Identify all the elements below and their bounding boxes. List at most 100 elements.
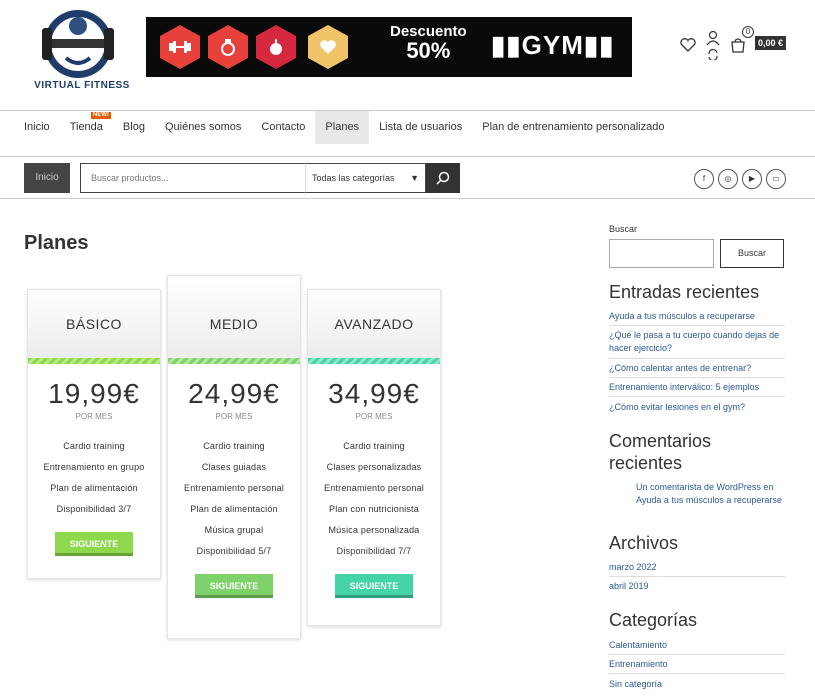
plan-feature: Disponibilidad 5/7	[196, 546, 272, 556]
recent-comment-link[interactable]: Un comentarista de WordPress en Ayuda a …	[636, 481, 786, 507]
plan-card-avanzado: AVANZADO 34,99€ POR MES Cardio training …	[307, 289, 441, 626]
recent-post-link[interactable]: Entrenamiento interválico: 5 ejemplos	[609, 381, 785, 394]
divider	[609, 377, 785, 378]
nav-item-inicio[interactable]: Inicio	[14, 111, 60, 144]
category-selected: Todas las categorías	[312, 173, 395, 183]
plan-name: AVANZADO	[308, 290, 440, 358]
instagram-icon[interactable]: ◎	[718, 169, 738, 189]
home-button[interactable]: Inicio	[24, 163, 70, 193]
recent-post-link[interactable]: Ayuda a tus músculos a recuperarse	[609, 310, 785, 323]
plan-feature: Música grupal	[204, 525, 264, 535]
nav-item-quienes-somos[interactable]: Quiénes somos	[155, 111, 251, 144]
search-bar-row: Inicio Buscar productos... Todas las cat…	[0, 156, 815, 199]
plan-feature: Disponibilidad 7/7	[336, 546, 412, 556]
plan-card-medio: MEDIO 24,99€ POR MES Cardio training Cla…	[167, 275, 301, 639]
plan-name: BÁSICO	[28, 290, 160, 358]
logo-text: VIRTUAL FITNESS	[34, 80, 130, 91]
page-title: Planes	[24, 232, 89, 254]
category-link[interactable]: Sin categoría	[609, 678, 785, 691]
nav-item-contacto[interactable]: Contacto	[251, 111, 315, 144]
youtube-icon[interactable]: ▶	[742, 169, 762, 189]
gym-text: ▮▮GYM▮▮	[491, 30, 614, 61]
plan-feature: Disponibilidad 3/7	[56, 504, 132, 514]
plan-price: 24,99€	[188, 378, 280, 409]
heart-icon[interactable]	[680, 38, 696, 57]
plan-feature: Cardio training	[63, 441, 125, 451]
new-badge: NEW!	[90, 112, 111, 119]
divider	[609, 325, 785, 326]
nav-item-blog[interactable]: Blog	[113, 111, 155, 144]
nav-label: Quiénes somos	[164, 121, 242, 133]
discount-value: 50%	[406, 38, 451, 63]
divider	[609, 576, 785, 577]
plan-period: POR MES	[355, 412, 393, 421]
recent-post-link[interactable]: ¿Qué le pasa a tu cuerpo cuando dejas de…	[609, 329, 785, 355]
promo-banner[interactable]: Descuento 50% ▮▮GYM▮▮	[146, 17, 632, 77]
category-select[interactable]: Todas las categorías ▼	[305, 163, 426, 193]
search-button[interactable]	[426, 163, 460, 193]
chevron-down-icon: ▼	[410, 173, 419, 183]
dumbbell-icon	[160, 25, 200, 69]
gym-label: GYM	[521, 30, 584, 60]
sidebar-search-label-wrap: Buscar	[609, 224, 785, 234]
archive-link[interactable]: marzo 2022	[609, 561, 785, 574]
recent-comments-title: Comentarios recientes	[609, 430, 711, 474]
category-link[interactable]: Entrenamiento	[609, 658, 785, 671]
plan-feature: Clases personalizadas	[326, 462, 422, 472]
nav-label: Lista de usuarios	[379, 121, 463, 133]
divider	[609, 654, 785, 655]
facebook-icon[interactable]: f	[694, 169, 714, 189]
product-search-input[interactable]: Buscar productos...	[80, 163, 305, 193]
plan-name: MEDIO	[168, 276, 300, 358]
nav-label: Blog	[122, 121, 145, 133]
user-icon[interactable]	[706, 30, 720, 65]
nav-item-planes[interactable]: Planes	[315, 111, 370, 144]
plan-feature: Cardio training	[203, 441, 265, 451]
recent-post-link[interactable]: ¿Cómo calentar antes de entrenar?	[609, 362, 785, 375]
plan-accent-stripe	[308, 358, 440, 364]
sidebar-search-input[interactable]	[609, 239, 714, 268]
gym-dumbbell-left-icon: ▮▮	[491, 30, 522, 60]
gym-dumbbell-right-icon: ▮▮	[583, 30, 615, 60]
plan-feature: Música personalizada	[328, 525, 420, 535]
shop-icon[interactable]: ▭	[766, 169, 786, 189]
plan-feature: Cardio training	[343, 441, 405, 451]
heart-badge-icon	[308, 25, 348, 69]
nav-item-lista-usuarios[interactable]: Lista de usuarios	[369, 111, 472, 144]
apple-icon	[256, 25, 296, 69]
cart-total[interactable]: 0,00 €	[755, 36, 787, 50]
search-icon	[436, 171, 450, 185]
siguiente-button[interactable]: SIGUIENTE	[55, 532, 133, 556]
plan-accent-stripe	[28, 358, 160, 364]
plan-feature: Entrenamiento personal	[324, 483, 424, 493]
recent-post-link[interactable]: ¿Cómo evitar lesiones en el gym?	[609, 401, 785, 414]
plan-feature: Plan con nutricionista	[329, 504, 419, 514]
plan-feature: Entrenamiento en grupo	[43, 462, 145, 472]
plan-feature: Plan de alimentación	[50, 483, 138, 493]
nav-item-tienda[interactable]: Tienda NEW!	[60, 111, 113, 144]
recent-comments-title-line2: recientes	[609, 453, 683, 473]
archive-link[interactable]: abril 2019	[609, 580, 785, 593]
cart-count-badge: 0	[742, 26, 754, 38]
plan-feature: Clases guiadas	[201, 462, 267, 472]
siguiente-button[interactable]: SIGUIENTE	[195, 574, 273, 598]
category-link[interactable]: Calentamiento	[609, 639, 785, 652]
plan-feature: Plan de alimentación	[190, 504, 278, 514]
plan-accent-stripe	[168, 358, 300, 364]
plan-feature: Entrenamiento personal	[184, 483, 284, 493]
nav-item-plan-entrenamiento[interactable]: Plan de entrenamiento personalizado	[472, 111, 674, 144]
recent-posts-title: Entradas recientes	[609, 282, 760, 302]
main-nav: Inicio Tienda NEW! Blog Quiénes somos Con…	[0, 110, 815, 145]
cart-icon[interactable]	[730, 37, 746, 58]
siguiente-button[interactable]: SIGUIENTE	[335, 574, 413, 598]
recent-comments-title-line1: Comentarios	[609, 431, 712, 451]
divider	[609, 358, 785, 359]
nav-label: Tienda	[69, 121, 103, 133]
categories-title: Categorías	[609, 610, 698, 630]
plan-price: 19,99€	[48, 378, 140, 409]
sidebar-search-label: Buscar	[609, 224, 638, 234]
plan-period: POR MES	[215, 412, 253, 421]
sidebar-search-button[interactable]: Buscar	[720, 239, 784, 268]
scale-icon	[208, 25, 248, 69]
discount-text: Descuento 50%	[390, 23, 467, 62]
